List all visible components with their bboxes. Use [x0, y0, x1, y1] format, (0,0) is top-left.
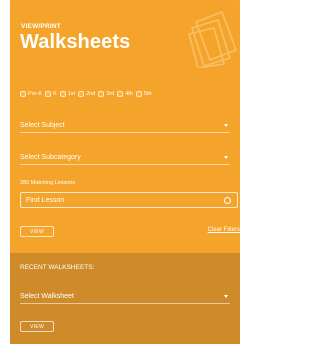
- subject-select[interactable]: Select Subject: [20, 118, 230, 133]
- chevron-down-icon: [224, 123, 228, 127]
- grade-option-2nd[interactable]: 2nd: [78, 91, 95, 97]
- find-lesson-placeholder: Find Lesson: [26, 196, 65, 204]
- chevron-down-icon: [224, 294, 228, 298]
- subcategory-select-value: Select Subcategory: [20, 153, 81, 161]
- walksheets-panel: VIEW/PRINT Walksheets Pre-K K 1st 2nd 3r…: [10, 0, 240, 344]
- checkbox[interactable]: [117, 91, 124, 97]
- grade-option-1st[interactable]: 1st: [59, 91, 76, 97]
- grade-label: 3rd: [106, 91, 115, 97]
- checkbox[interactable]: [20, 91, 26, 97]
- subcategory-select[interactable]: Select Subcategory: [20, 150, 230, 165]
- grade-label: 1st: [67, 91, 76, 97]
- grade-option-3rd[interactable]: 3rd: [98, 91, 114, 97]
- grade-label: Pre-K: [28, 91, 43, 97]
- stacked-sheets-icon: [188, 11, 237, 68]
- chevron-down-icon: [224, 155, 228, 159]
- checkbox[interactable]: [78, 91, 85, 97]
- subject-select-value: Select Subject: [20, 121, 65, 129]
- checkbox[interactable]: [98, 91, 105, 97]
- recent-walksheets-section: RECENT WALKSHEETS: Select Walksheet VIEW: [10, 253, 240, 344]
- recent-view-button[interactable]: VIEW: [20, 321, 54, 332]
- checkbox[interactable]: [45, 91, 52, 97]
- grade-option-5th[interactable]: 5th: [135, 91, 152, 97]
- grade-label: 4th: [125, 91, 133, 97]
- grade-label: 5th: [143, 91, 152, 97]
- walksheet-select-value: Select Walksheet: [20, 292, 74, 300]
- grade-label: K: [53, 91, 57, 97]
- grade-filter: Pre-K K 1st 2nd 3rd 4th 5th: [20, 91, 155, 97]
- page-title: Walksheets: [20, 31, 131, 53]
- grade-option-4th[interactable]: 4th: [117, 91, 133, 97]
- view-button[interactable]: VIEW: [20, 226, 54, 237]
- grade-option-prek[interactable]: Pre-K: [20, 91, 42, 97]
- clear-filters-link[interactable]: Clear Filters: [208, 227, 240, 233]
- eyebrow-label: VIEW/PRINT: [21, 23, 61, 30]
- search-icon[interactable]: [224, 196, 231, 204]
- grade-label: 2nd: [86, 91, 96, 97]
- matching-lessons-count: 280 Matching Lessons: [20, 180, 76, 186]
- recent-walksheets-label: RECENT WALKSHEETS:: [20, 264, 95, 271]
- find-lesson-input[interactable]: Find Lesson: [20, 192, 238, 208]
- checkbox[interactable]: [135, 91, 142, 97]
- checkbox[interactable]: [59, 91, 66, 97]
- walksheet-select[interactable]: Select Walksheet: [20, 289, 230, 304]
- grade-option-k[interactable]: K: [45, 91, 57, 97]
